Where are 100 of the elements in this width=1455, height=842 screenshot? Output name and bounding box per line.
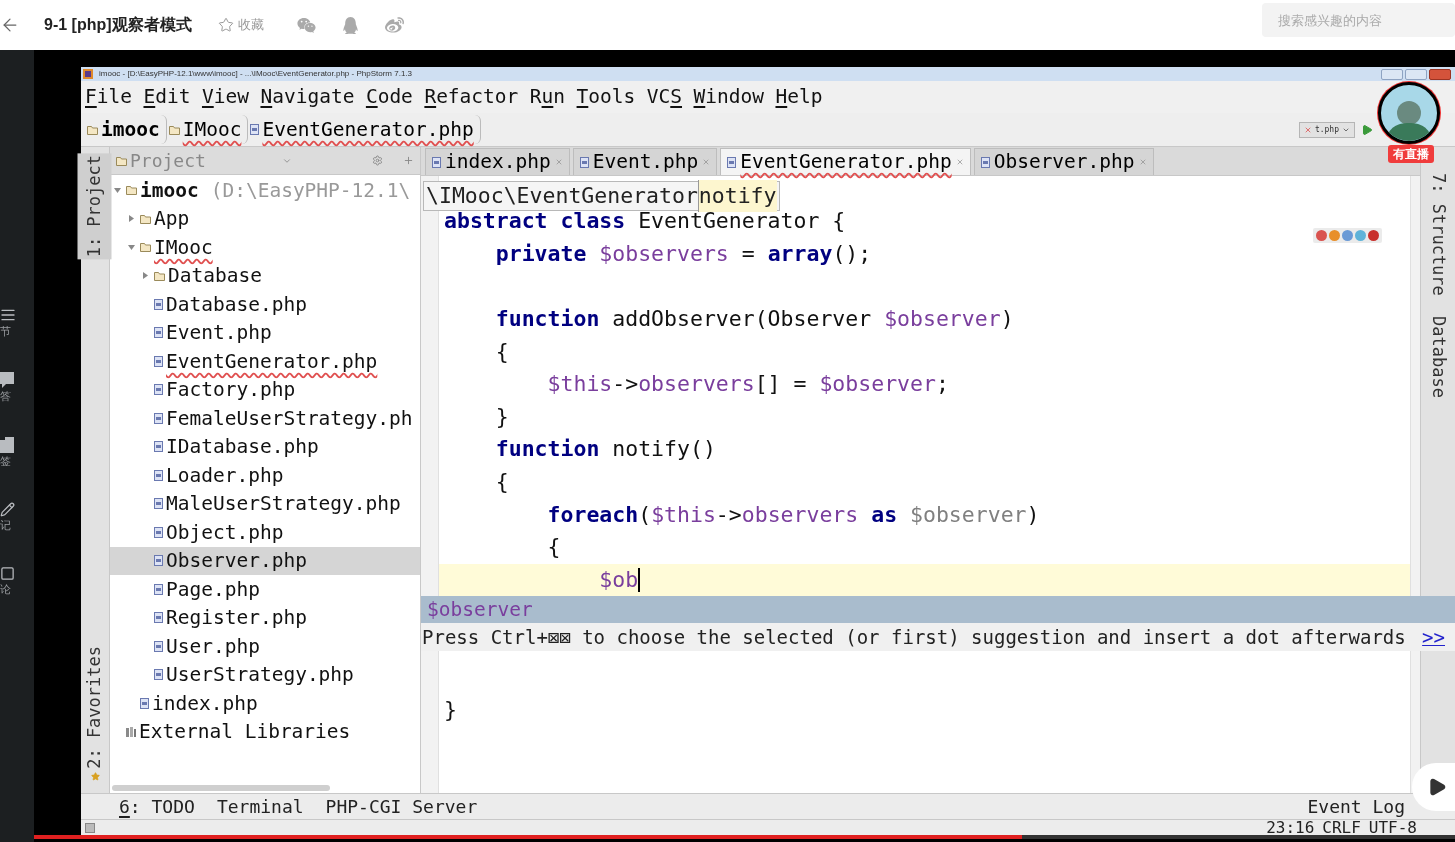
breadcrumb[interactable]: IMooc	[168, 114, 249, 145]
star-icon	[90, 772, 100, 781]
collapsed-arrow-icon[interactable]	[128, 215, 135, 223]
code-line: {	[546, 533, 561, 562]
tree-item[interactable]: App	[110, 204, 420, 233]
text-cursor	[638, 567, 641, 592]
library-icon	[126, 726, 136, 737]
collapsed-arrow-icon[interactable]	[142, 272, 149, 280]
menu-item[interactable]: Refactor	[424, 82, 519, 112]
side-nav-label[interactable]: 答	[0, 390, 11, 402]
close-icon[interactable]	[702, 158, 711, 166]
side-nav-label[interactable]: 节	[0, 325, 11, 337]
search-field[interactable]: 搜索感兴趣的内容	[1262, 3, 1455, 37]
tree-item[interactable]: imooc (D:\EasyPHP-12.1\	[110, 176, 420, 205]
tree-item[interactable]: EventGenerator.php	[110, 347, 420, 376]
run-config-dropdown[interactable]: t.php	[1298, 121, 1355, 138]
side-nav-label[interactable]: 论	[0, 583, 11, 595]
file-icon	[154, 469, 163, 481]
code-line: private $observers = array();	[494, 239, 872, 268]
file-icon	[154, 583, 163, 595]
breadcrumb[interactable]: EventGenerator.php	[250, 114, 481, 145]
tree-item[interactable]: Loader.php	[110, 461, 420, 490]
progress-track[interactable]	[34, 835, 1455, 839]
tree-item[interactable]: Page.php	[110, 575, 420, 604]
plus-icon[interactable]	[403, 155, 414, 166]
tree-item[interactable]: Event.php	[110, 318, 420, 347]
menu-item[interactable]: File	[85, 82, 132, 112]
tree-item[interactable]: External Libraries	[110, 717, 420, 746]
folder-icon	[154, 270, 165, 281]
event-log-button[interactable]: Event Log	[1307, 793, 1405, 820]
status-icon[interactable]	[85, 822, 95, 833]
menu-item[interactable]: Edit	[143, 82, 191, 112]
folder-icon	[87, 124, 98, 135]
bookmark-icon[interactable]	[0, 437, 14, 453]
status-item[interactable]: 23:16	[1266, 819, 1315, 836]
tool-window-button[interactable]: PHP-CGI Server	[325, 793, 478, 820]
editor-tab[interactable]: index.php	[425, 148, 570, 175]
project-tool-tab[interactable]: 1: Project	[78, 153, 112, 260]
tree-item[interactable]: FemaleUserStrategy.ph	[110, 404, 420, 433]
menu-item[interactable]: Navigate	[260, 82, 355, 112]
file-icon	[154, 526, 163, 538]
menu-item[interactable]: Help	[775, 82, 823, 112]
live-badge[interactable]: 有直播	[1388, 145, 1434, 163]
tree-item[interactable]: Observer.php	[110, 546, 420, 575]
tree-item[interactable]: IDatabase.php	[110, 432, 420, 461]
side-nav-label[interactable]: 签	[0, 455, 11, 467]
tree-item[interactable]: Object.php	[110, 518, 420, 547]
editor-tab[interactable]: Event.php	[572, 148, 718, 175]
run-icon[interactable]	[1361, 123, 1373, 136]
close-button[interactable]	[1429, 68, 1451, 80]
status-item[interactable]: UTF-8	[1368, 819, 1417, 836]
tree-item[interactable]: Database.php	[110, 290, 420, 319]
menu-item[interactable]: View	[201, 82, 249, 112]
completion-item[interactable]: $observer	[421, 596, 1455, 624]
expanded-arrow-icon[interactable]	[128, 243, 135, 251]
menu-item[interactable]: Tools	[576, 82, 636, 112]
tree-item[interactable]: MaleUserStrategy.php	[110, 489, 420, 518]
favorites-tool-tab[interactable]: 2: Favorites	[82, 646, 108, 769]
folder-icon	[168, 124, 180, 135]
browser-icons-drawing[interactable]	[1313, 228, 1382, 243]
tree-item[interactable]: Register.php	[110, 603, 420, 632]
menu-item[interactable]: Code	[365, 82, 413, 112]
tree-item[interactable]: index.php	[110, 689, 420, 718]
menu-item[interactable]: Window	[693, 82, 764, 112]
tree-item[interactable]: User.php	[110, 632, 420, 661]
side-nav-label[interactable]: 记	[0, 519, 11, 531]
file-icon	[154, 327, 163, 339]
qq-icon[interactable]	[341, 16, 359, 34]
tree-item[interactable]: IMooc	[110, 233, 420, 262]
minimize-button[interactable]	[1381, 68, 1403, 80]
tree-item[interactable]: Factory.php	[110, 375, 420, 404]
tool-window-button[interactable]: 6: TODO	[119, 793, 195, 820]
expanded-arrow-icon[interactable]	[114, 186, 121, 194]
weibo-icon[interactable]	[384, 15, 404, 35]
close-icon[interactable]	[955, 158, 964, 166]
breadcrumb[interactable]: imooc	[87, 114, 167, 145]
code-line: {	[494, 467, 509, 496]
menu-item[interactable]: VCS	[646, 82, 682, 112]
star-icon[interactable]	[217, 17, 234, 33]
status-item[interactable]: CRLF	[1322, 819, 1361, 836]
settings-icon[interactable]	[372, 155, 383, 166]
tree-item[interactable]: Database	[110, 261, 420, 290]
editor-tab[interactable]: EventGenerator.php	[720, 148, 971, 175]
horizontal-scrollbar[interactable]	[112, 785, 330, 791]
editor-tab[interactable]: Observer.php	[973, 148, 1154, 175]
more-link[interactable]: >>	[1422, 622, 1445, 652]
tool-window-button[interactable]: Terminal	[216, 793, 304, 820]
close-icon[interactable]	[1138, 158, 1147, 166]
comment-icon[interactable]	[0, 566, 15, 581]
tree-item[interactable]: UserStrategy.php	[110, 660, 420, 689]
close-icon[interactable]	[554, 158, 563, 166]
pencil-icon[interactable]	[0, 502, 15, 517]
question-bubble-icon[interactable]	[0, 372, 14, 388]
menu-item[interactable]: Run	[529, 82, 566, 112]
folder-icon	[116, 155, 127, 166]
structure-tool-tab[interactable]: 7: Structure	[1425, 173, 1451, 296]
database-tool-tab[interactable]: Database	[1425, 315, 1451, 398]
code-line: function notify()	[494, 435, 716, 464]
wechat-icon[interactable]	[296, 15, 316, 35]
list-icon[interactable]	[0, 307, 16, 323]
